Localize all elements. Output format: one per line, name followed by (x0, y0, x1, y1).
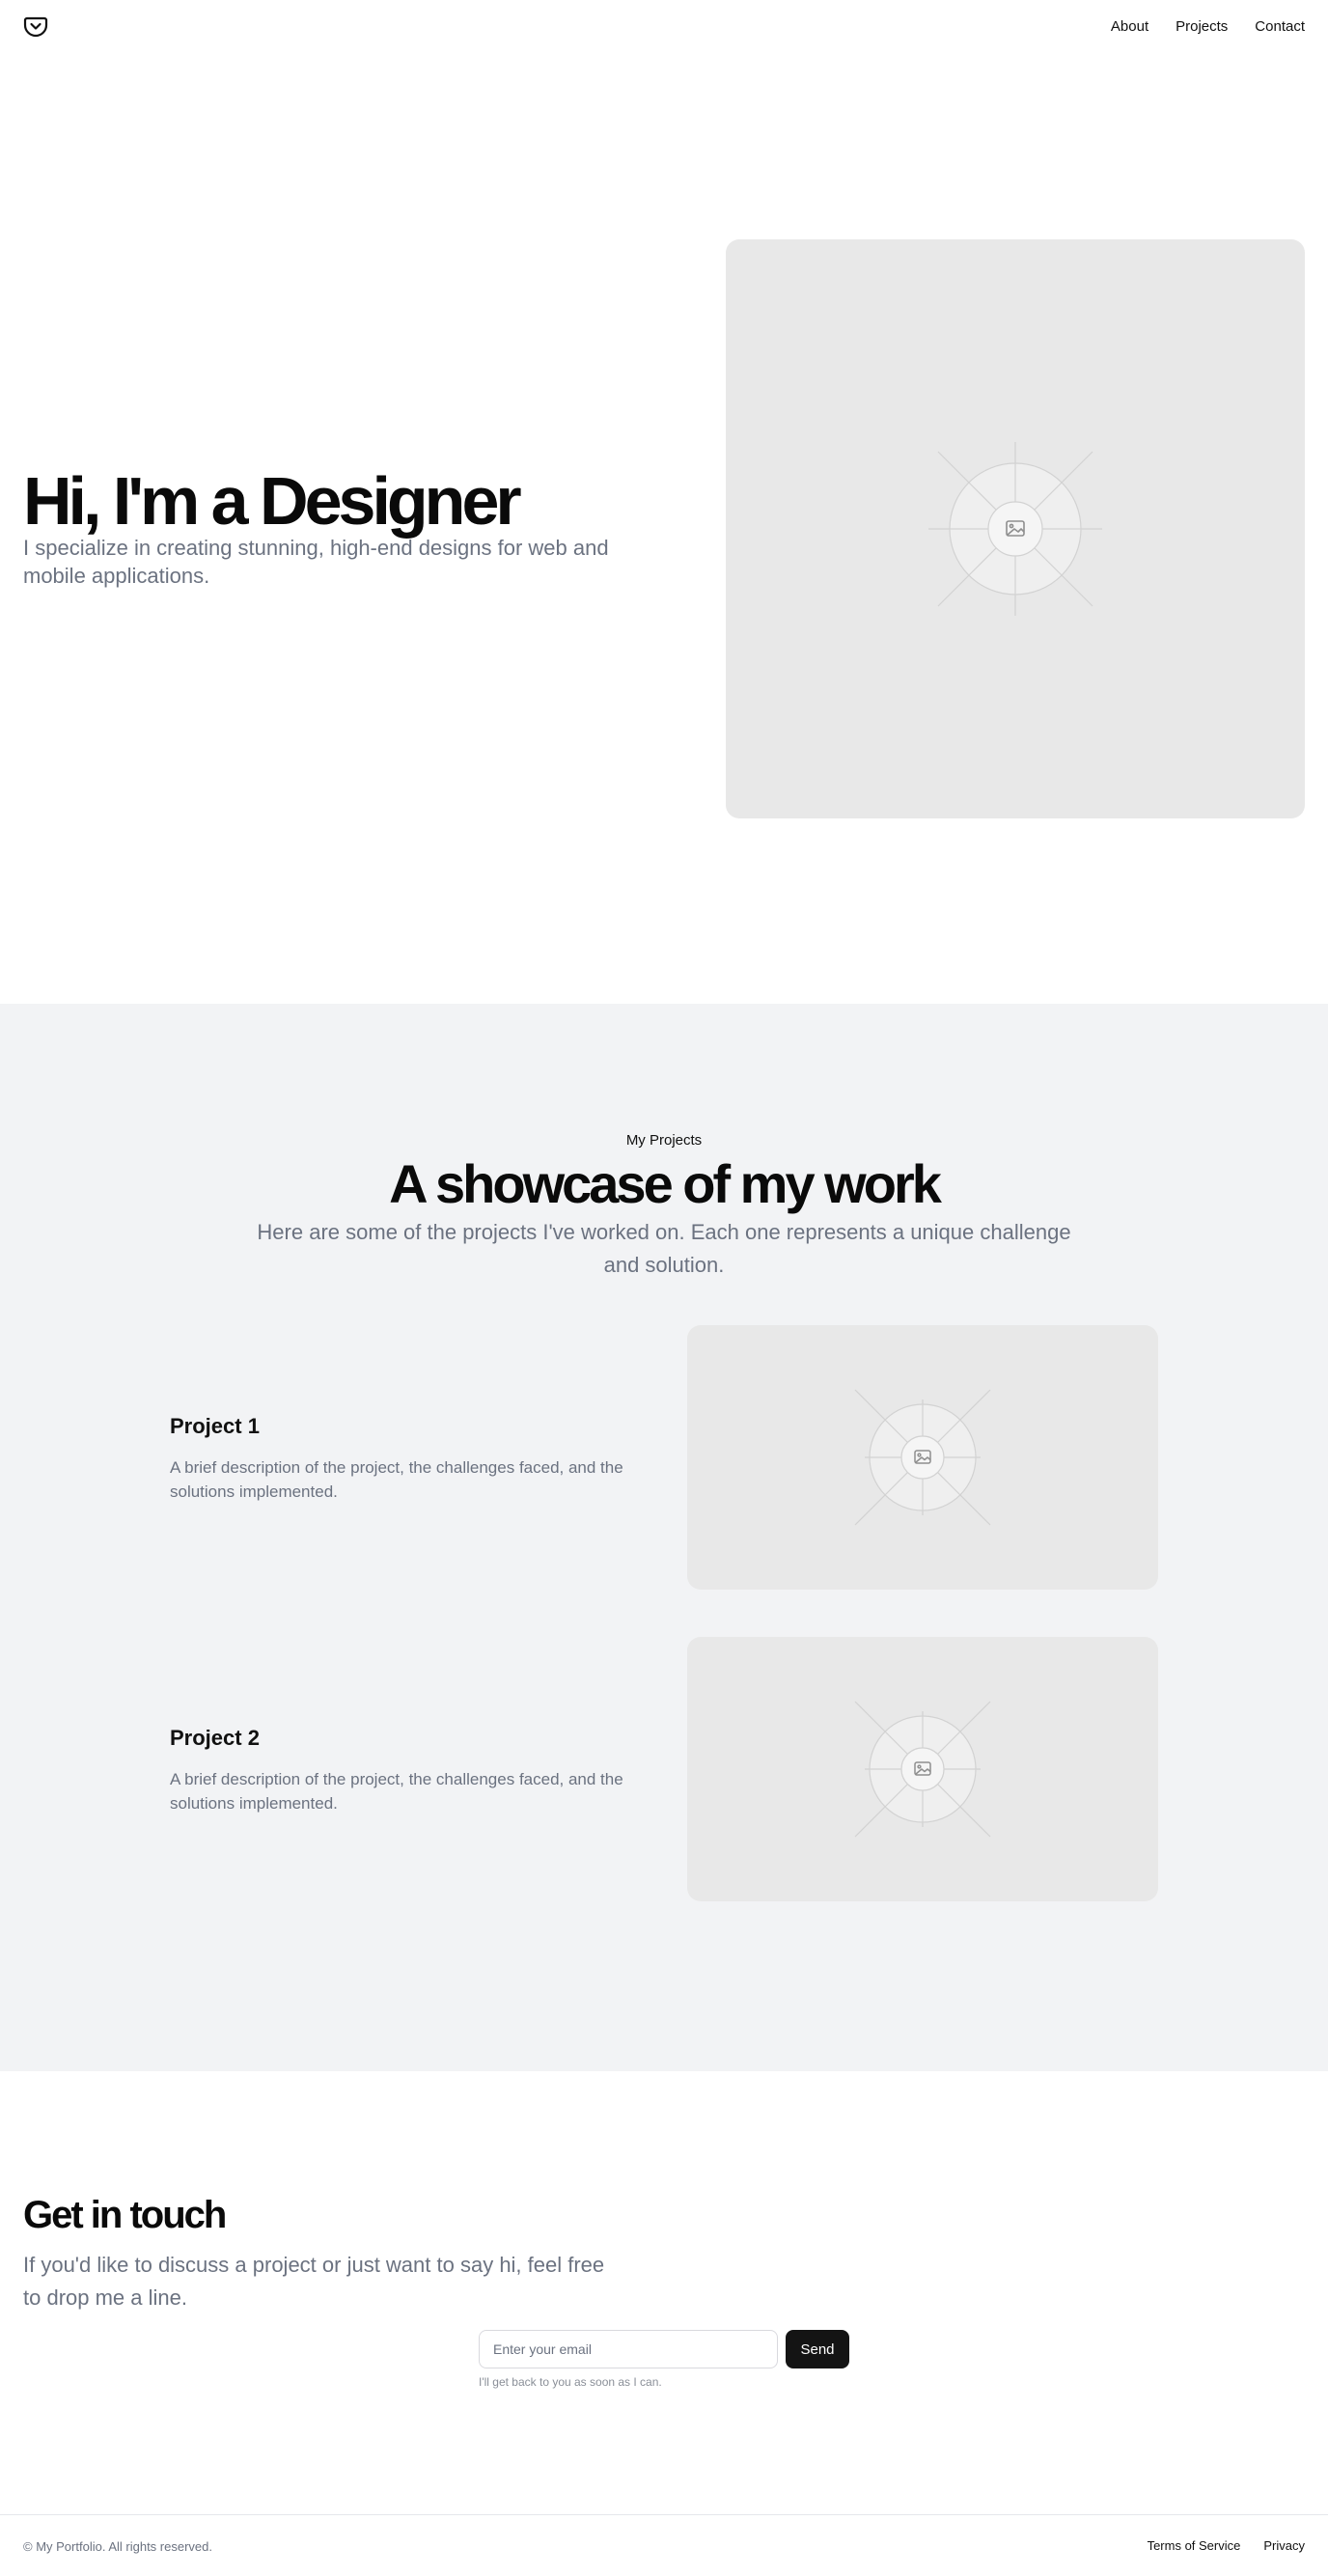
projects-eyebrow: My Projects (625, 1132, 703, 1149)
hero-subtitle: I specialize in creating stunning, high-… (23, 536, 609, 588)
project-1-image-placeholder (687, 1325, 1158, 1590)
image-placeholder-icon (854, 1701, 991, 1838)
email-input[interactable] (479, 2330, 778, 2368)
image-placeholder-icon (854, 1389, 991, 1526)
footer-links: Terms of Service Privacy (1148, 2538, 1305, 2553)
contact-title: Get in touch (23, 2194, 227, 2236)
projects-section: My Projects A showcase of my work Here a… (0, 1004, 1328, 2071)
contact-subtitle: If you'd like to discuss a project or ju… (23, 2253, 605, 2310)
hero-title: Hi, I'm a Designer (23, 463, 522, 539)
nav-about-link[interactable]: About (1111, 18, 1148, 36)
projects-title: A showcase of my work (389, 1153, 942, 1214)
site-header: About Projects Contact (0, 0, 1328, 54)
send-button[interactable]: Send (786, 2330, 849, 2368)
pocket-icon[interactable] (23, 14, 48, 39)
project-1-title: Project 1 (170, 1414, 260, 1438)
project-2-description: A brief description of the project, the … (170, 1770, 623, 1813)
copyright-text: © My Portfolio. All rights reserved. (23, 2539, 212, 2554)
terms-of-service-link[interactable]: Terms of Service (1148, 2538, 1241, 2553)
project-2-image-placeholder (687, 1637, 1158, 1901)
projects-subtitle: Here are some of the projects I've worke… (257, 1220, 1071, 1277)
project-1-description: A brief description of the project, the … (170, 1458, 623, 1501)
hero-image-placeholder (726, 239, 1305, 818)
form-note: I'll get back to you as soon as I can. (479, 2375, 662, 2389)
footer-divider (0, 2514, 1328, 2515)
nav-projects-link[interactable]: Projects (1176, 18, 1228, 36)
nav-contact-link[interactable]: Contact (1255, 18, 1305, 36)
main-nav: About Projects Contact (1111, 18, 1305, 36)
privacy-link[interactable]: Privacy (1263, 2538, 1305, 2553)
project-2-title: Project 2 (170, 1726, 260, 1750)
image-placeholder-icon (928, 442, 1102, 616)
